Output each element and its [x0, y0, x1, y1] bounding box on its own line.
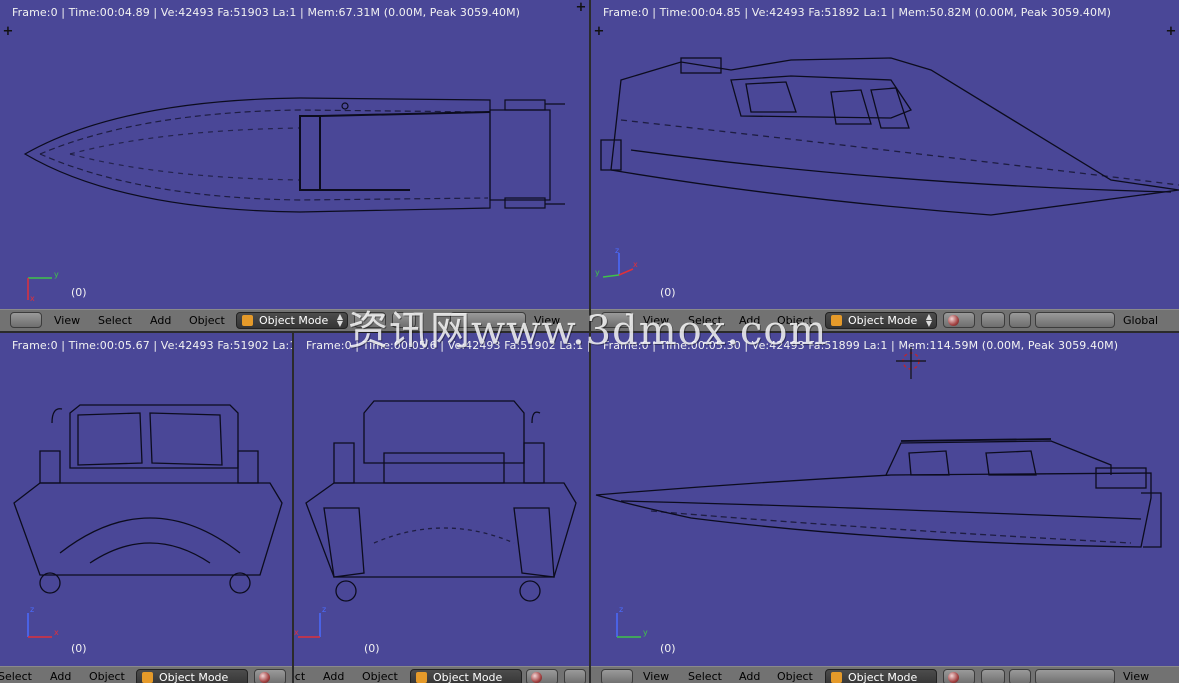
axis-gizmo: z x	[294, 605, 326, 638]
svg-text:y: y	[643, 628, 648, 637]
svg-text:z: z	[30, 605, 34, 614]
svg-text:z: z	[322, 605, 326, 614]
svg-text:y: y	[54, 270, 59, 279]
menu-add[interactable]: Add	[50, 669, 71, 683]
shading-sphere-icon	[259, 672, 270, 683]
shading-sphere-icon	[531, 672, 542, 683]
object-mode-select[interactable]: Object Mode	[136, 669, 248, 683]
frame-indicator: (0)	[364, 642, 380, 655]
snap-button[interactable]	[1009, 669, 1031, 683]
menu-select[interactable]: Select	[0, 669, 32, 683]
viewport-top-left[interactable]: Frame:0 | Time:00:04.89 | Ve:42493 Fa:51…	[0, 0, 589, 309]
menu-object[interactable]: Object	[362, 669, 398, 683]
axis-gizmo: z y	[616, 605, 648, 638]
svg-text:x: x	[54, 628, 59, 637]
mode-label: Object Mode	[159, 671, 229, 683]
shading-button[interactable]	[943, 669, 975, 683]
shading-sphere-icon	[948, 672, 959, 683]
pivot-button[interactable]	[981, 669, 1005, 683]
object-mode-select[interactable]: Object Mode ▲ ▼	[825, 312, 937, 329]
pivot-button[interactable]	[981, 312, 1005, 328]
svg-text:z: z	[619, 605, 623, 614]
frame-indicator: (0)	[71, 642, 87, 655]
object-mode-select[interactable]: Object Mode	[410, 669, 522, 683]
boat-side-view	[595, 347, 1162, 548]
shading-sphere-icon	[948, 315, 959, 326]
viewport-header-bottom-right: View Select Add Object Object Mode View	[591, 666, 1179, 683]
menu-select[interactable]: Select	[98, 313, 132, 329]
pivot-button[interactable]	[564, 669, 586, 683]
transform-manipulator-button[interactable]	[1035, 669, 1115, 683]
dropdown-arrows-icon: ▲ ▼	[925, 312, 932, 328]
menu-add[interactable]: Add	[739, 669, 760, 683]
object-mode-icon	[831, 315, 842, 326]
transform-orientation[interactable]: Global	[1123, 313, 1158, 329]
mode-label: Object Mode	[433, 671, 503, 683]
svg-text:y: y	[595, 268, 600, 277]
editor-type-button[interactable]	[10, 312, 42, 328]
viewport-header-bottom-left: Select Add Object Object Mode	[0, 666, 292, 683]
viewport-top-right[interactable]: Frame:0 | Time:00:04.85 | Ve:42493 Fa:51…	[591, 0, 1179, 309]
svg-text:x: x	[633, 260, 638, 269]
frame-indicator: (0)	[71, 286, 87, 299]
object-mode-select[interactable]: Object Mode	[825, 669, 937, 683]
boat-top-view	[23, 97, 565, 213]
transform-manipulator-button[interactable]	[1035, 312, 1115, 328]
3d-cursor-icon	[896, 347, 926, 379]
svg-text:x: x	[294, 628, 299, 637]
snap-button[interactable]	[1009, 312, 1031, 328]
shading-button[interactable]	[526, 669, 558, 683]
menu-object[interactable]: Object	[189, 313, 225, 329]
dropdown-arrows-icon: ▲ ▼	[336, 312, 343, 328]
viewport-bottom-left[interactable]: Frame:0 | Time:00:05.67 | Ve:42493 Fa:51…	[0, 333, 292, 666]
mode-label: Object Mode	[848, 671, 918, 683]
svg-text:x: x	[30, 294, 35, 303]
boat-rear-view	[305, 400, 577, 602]
menu-view[interactable]: View	[54, 313, 80, 329]
menu-object[interactable]: Object	[777, 669, 813, 683]
menu-select[interactable]: Select	[688, 669, 722, 683]
menu-add[interactable]: Add	[150, 313, 171, 329]
menu-view[interactable]: View	[643, 669, 669, 683]
frame-indicator: (0)	[660, 642, 676, 655]
object-mode-icon	[242, 315, 253, 326]
editor-type-button[interactable]	[601, 669, 633, 683]
axis-gizmo: y x	[27, 270, 59, 303]
axis-gizmo: z x	[27, 605, 59, 638]
object-mode-icon	[416, 672, 427, 683]
menu-add[interactable]: Add	[323, 669, 344, 683]
object-mode-icon	[831, 672, 842, 683]
shading-button[interactable]	[254, 669, 286, 683]
viewport-bottom-right[interactable]: Frame:0 | Time:00:05.30 | Ve:42493 Fa:51…	[591, 333, 1179, 666]
viewport-header-bottom-middle: ect Add Object Object Mode	[294, 666, 589, 683]
shading-button[interactable]	[943, 312, 975, 328]
watermark-text: 资讯网www.3dmox.com	[348, 308, 828, 354]
boat-perspective-view	[600, 57, 1179, 216]
object-mode-icon	[142, 672, 153, 683]
mode-label: Object Mode	[848, 314, 918, 327]
mode-label: Object Mode	[259, 314, 329, 327]
object-mode-select[interactable]: Object Mode ▲ ▼	[236, 312, 348, 329]
menu-object[interactable]: Object	[89, 669, 125, 683]
svg-text:z: z	[615, 246, 619, 255]
menu-view-orientation[interactable]: View	[1123, 669, 1149, 683]
menu-select[interactable]: ect	[294, 669, 305, 683]
axis-gizmo: z x y	[595, 246, 638, 278]
viewport-bottom-middle[interactable]: Frame:0 | Time:00:05.6 | Ve:42493 Fa:519…	[294, 333, 589, 666]
